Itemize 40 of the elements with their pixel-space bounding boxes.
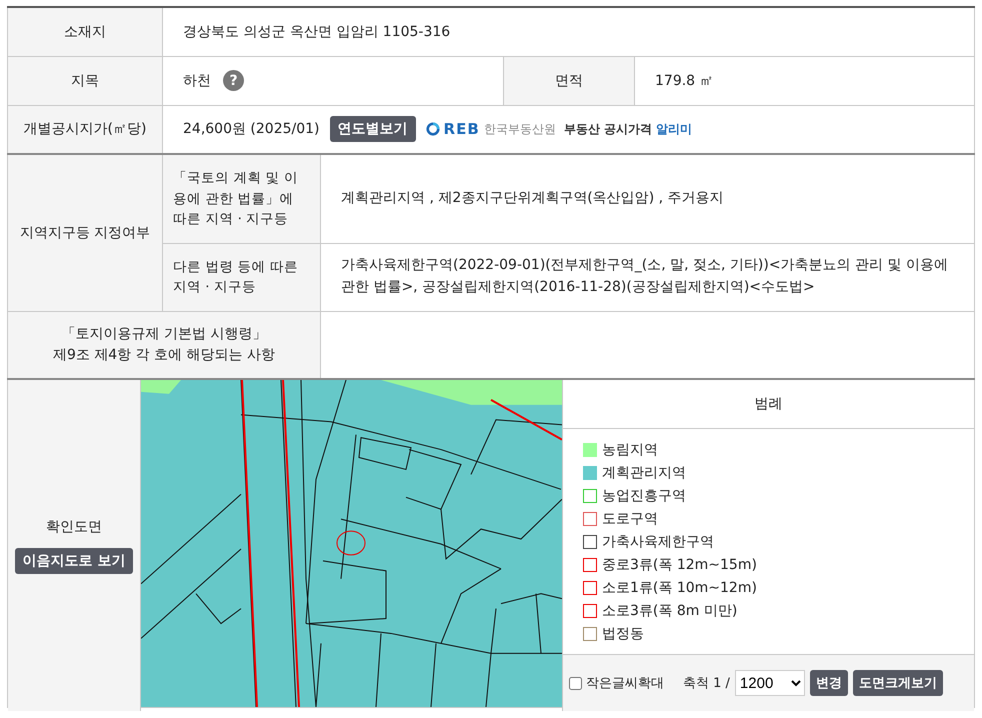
enlarge-map-button[interactable]: 도면크게보기	[852, 670, 943, 696]
legend-label: 농림지역	[602, 440, 658, 458]
zoning-text: 가축사육제한구역(2022-09-01)(전부제한구역_(소, 말, 젖소, 기타))<가축분뇨의 관리 및 이용에 관한 법률>, 공장설립제한지역(2016-11-28)(공장설립제한지역)<수도법>	[341, 257, 948, 295]
legend-title: 범례	[563, 380, 974, 429]
legend-label: 중로3류(폭 12m~15m)	[602, 556, 757, 574]
change-button[interactable]: 변경	[810, 670, 848, 696]
row-label: 확인도면	[46, 518, 102, 536]
row-label: 개별공시지가(㎡당)	[8, 105, 162, 154]
row-label: 지역지구등 지정여부	[8, 154, 162, 311]
legend-label: 농업진흥구역	[602, 486, 686, 504]
logo-mark: REB	[444, 120, 480, 138]
row-label: 소재지	[8, 7, 162, 56]
help-icon[interactable]: ?	[223, 70, 244, 91]
logo-service-text[interactable]: 부동산 공시가격	[564, 120, 652, 138]
scale-label: 축척 1 /	[683, 675, 730, 692]
logo-icon	[426, 122, 440, 136]
row-label: 「토지이용규제 기본법 시행령」	[62, 324, 266, 344]
legend-label: 소로3류(폭 8m 미만)	[602, 602, 738, 620]
address-text: 경상북도 의성군 옥산면 입암리 1105-316	[183, 24, 450, 40]
legend-label: 계획관리지역	[602, 464, 686, 482]
row-label: 면적	[504, 56, 634, 105]
enlarge-label: 작은글씨확대	[586, 675, 664, 692]
legend-label: 도로구역	[602, 510, 658, 528]
map-view-button[interactable]: 이음지도로 보기	[14, 548, 134, 574]
price-text: 24,600원 (2025/01)	[183, 120, 320, 138]
legend-label: 가축사육제한구역	[602, 532, 714, 550]
logo-org-text: 한국부동산원	[484, 120, 556, 138]
row-label: 제9조 제4항 각 호에 해당되는 사항	[52, 346, 276, 365]
area-text: 179.8 ㎡	[655, 72, 714, 88]
logo-service-highlight[interactable]: 알리미	[656, 120, 692, 138]
row-label: 지목	[8, 56, 162, 105]
sub-label: 다른 법령 등에 따른 지역 · 지구등	[162, 243, 320, 311]
zoning-text: 계획관리지역 , 제2종지구단위계획구역(옥산입암) , 주거용지	[341, 190, 724, 206]
scale-select[interactable]: 1200	[734, 670, 805, 696]
legend-label: 법정동	[602, 624, 644, 642]
enlarge-checkbox[interactable]	[569, 676, 582, 690]
yearly-view-button[interactable]: 연도별보기	[330, 116, 416, 142]
sub-label: 「국토의 계획 및 이용에 관한 법률」에 따른 지역 · 지구등	[162, 154, 320, 243]
legend-label: 소로1류(폭 10m~12m)	[602, 578, 757, 596]
land-category-text: 하천	[183, 72, 211, 90]
